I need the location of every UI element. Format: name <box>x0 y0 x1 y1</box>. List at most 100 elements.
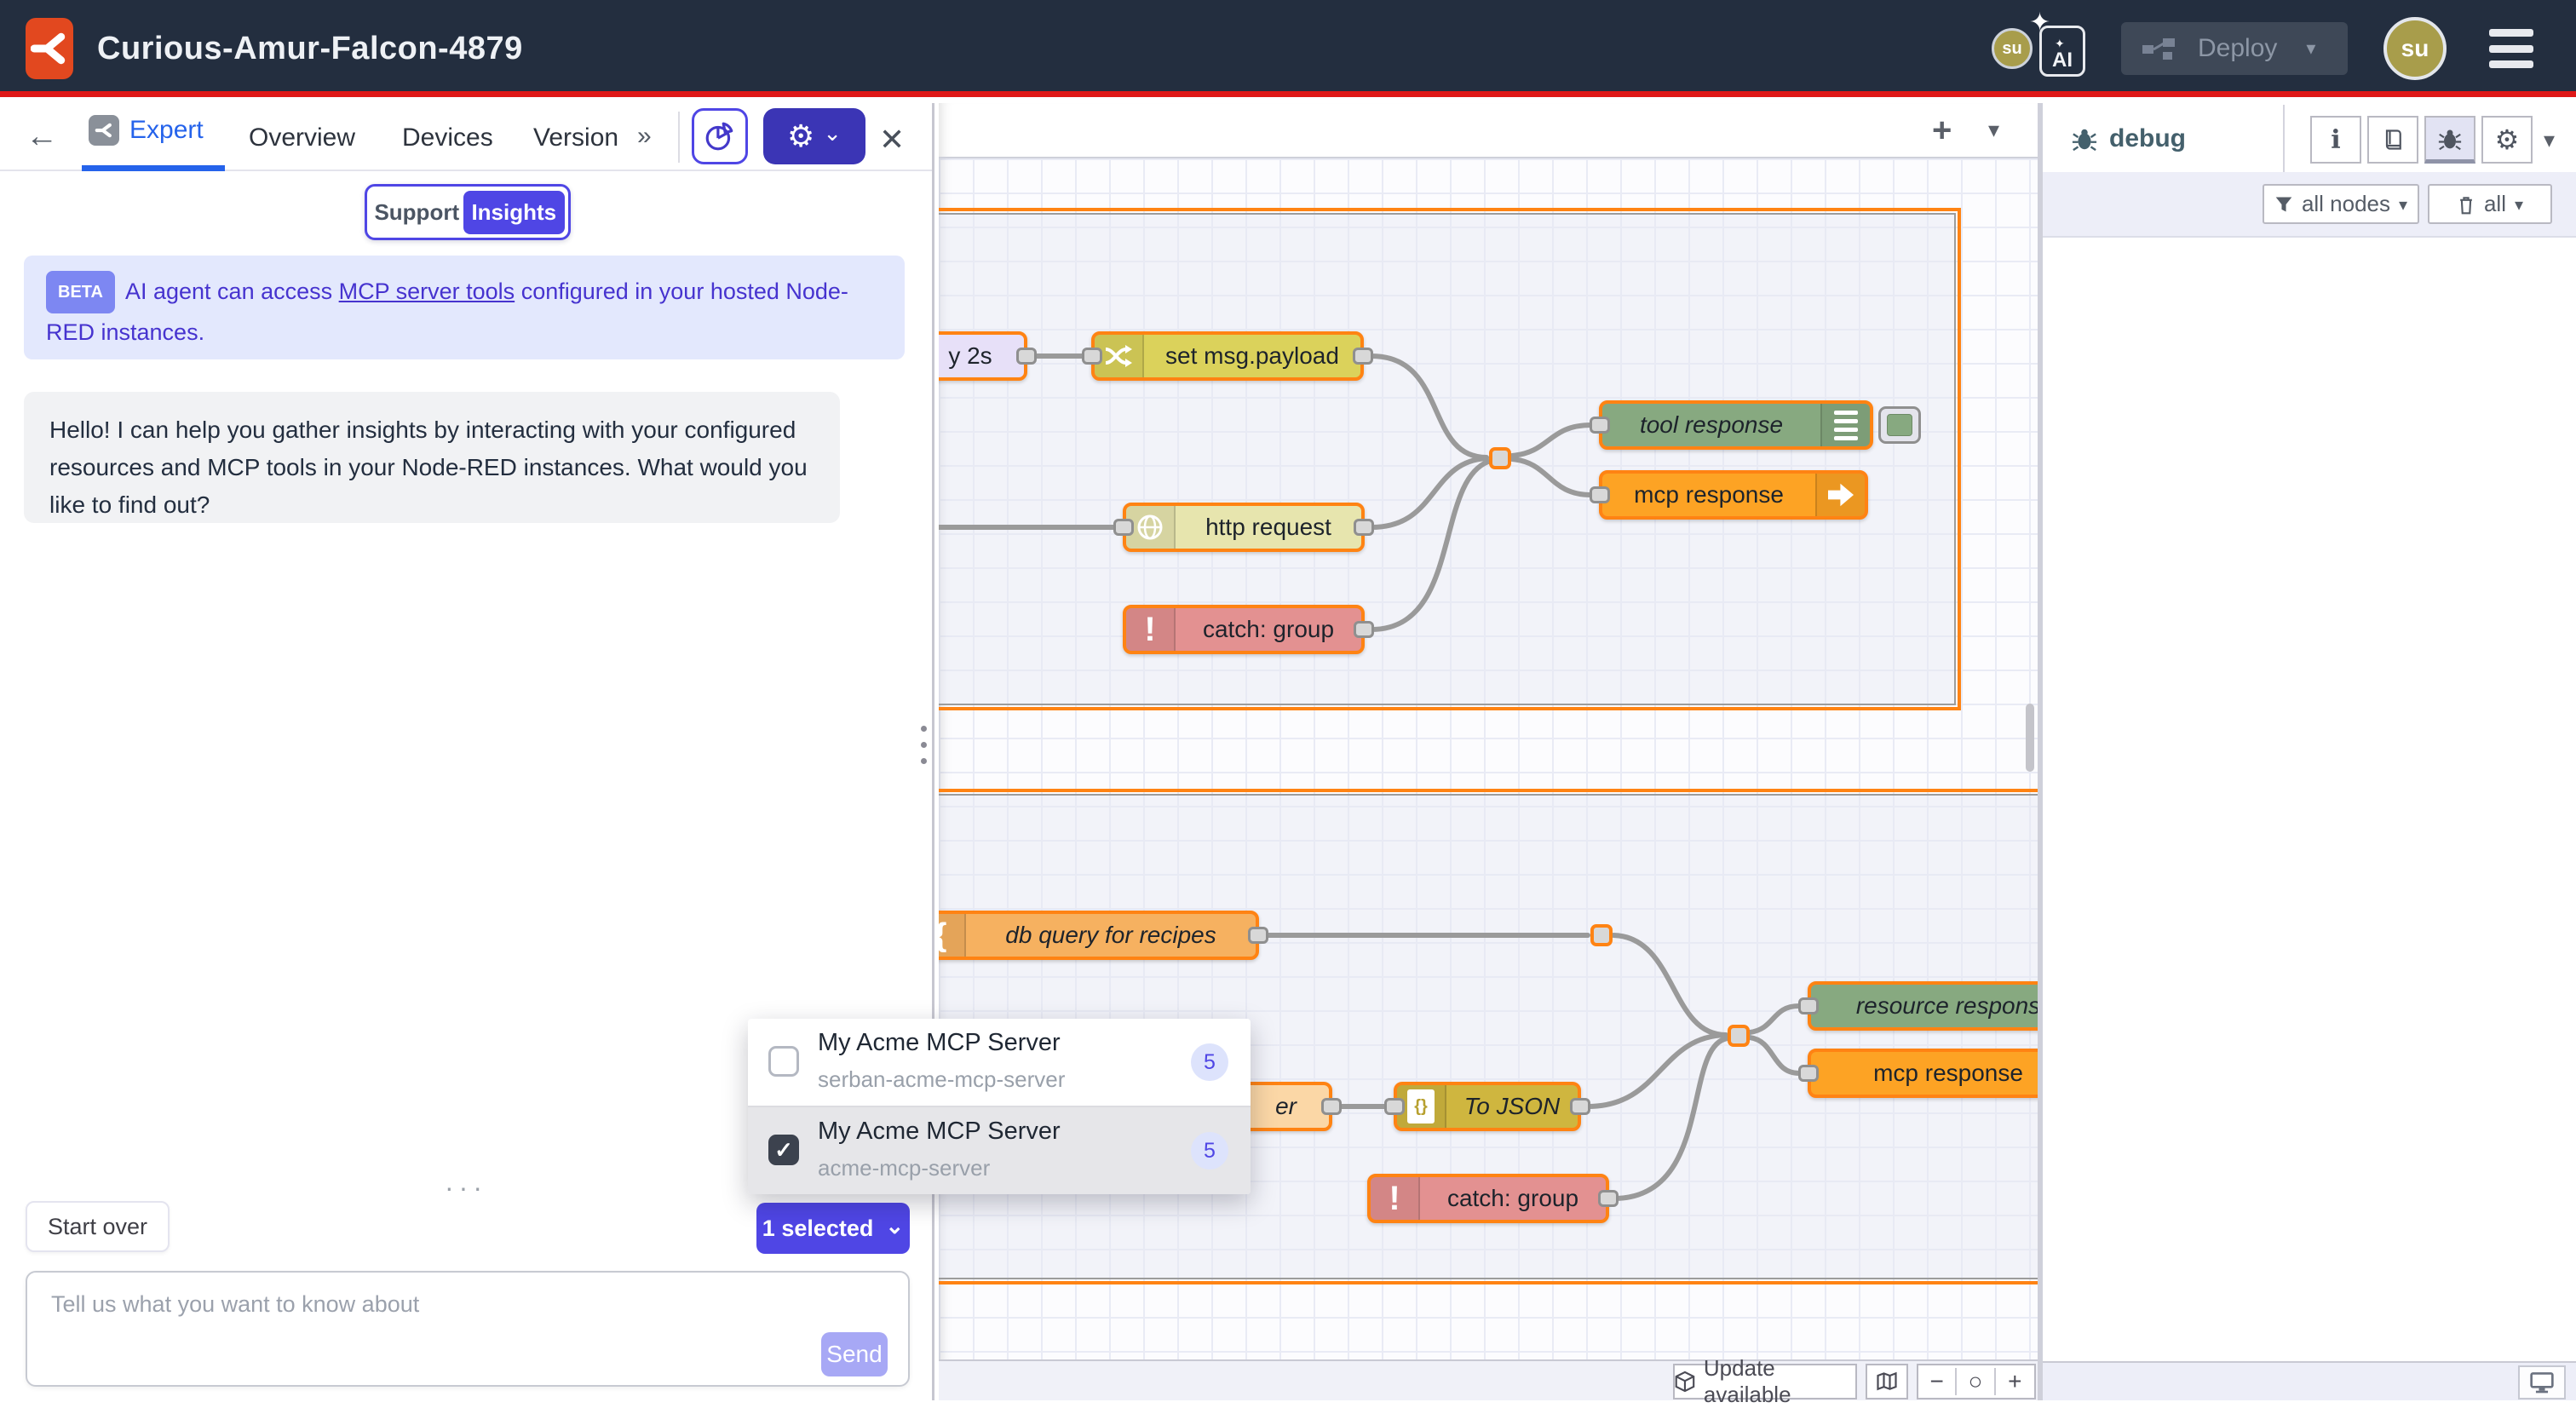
deploy-button[interactable]: Deploy ▾ <box>2121 22 2348 75</box>
output-port[interactable] <box>1598 1190 1619 1207</box>
tab-overflow-icon[interactable]: » <box>637 122 652 151</box>
config-sidebar-button[interactable]: ⚙ <box>2481 116 2533 164</box>
sidebar-menu-caret-icon[interactable]: ▾ <box>2544 127 2555 153</box>
tool-count-badge: 5 <box>1191 1043 1228 1081</box>
output-port[interactable] <box>1248 927 1268 944</box>
bug-icon <box>2438 127 2462 151</box>
node-inject[interactable]: y 2s <box>939 331 1027 381</box>
ai-assistant-button[interactable]: AI <box>2039 26 2085 77</box>
output-port[interactable] <box>1353 348 1373 365</box>
flowfuse-logo[interactable] <box>26 18 73 79</box>
zoom-reset-button[interactable]: ○ <box>1957 1368 1995 1395</box>
wire-junction[interactable] <box>1728 1025 1750 1047</box>
debug-sidebar-button[interactable] <box>2424 116 2475 164</box>
mcp-server-tools-link[interactable]: MCP server tools <box>339 279 515 304</box>
main-menu-button[interactable] <box>2489 29 2533 68</box>
input-port[interactable] <box>1798 997 1819 1014</box>
node-http-request[interactable]: http request <box>1123 503 1365 552</box>
node-link-mcp-response-lower[interactable]: mcp response <box>1808 1049 2038 1098</box>
node-to-json[interactable]: {} To JSON <box>1394 1082 1581 1131</box>
beta-badge: BETA <box>46 271 115 313</box>
canvas-splitter-handle[interactable] <box>921 726 927 774</box>
chat-input[interactable] <box>51 1291 818 1368</box>
server-subtitle: serban-acme-mcp-server <box>818 1066 1065 1093</box>
output-port[interactable] <box>1354 621 1374 638</box>
send-button[interactable]: Send <box>821 1332 888 1376</box>
zoom-in-button[interactable]: + <box>1996 1368 2034 1395</box>
server-item[interactable]: ✓ My Acme MCP Server acme-mcp-server 5 <box>748 1107 1251 1194</box>
mode-toggle: Support Insights <box>365 184 571 240</box>
debug-toolbar: all nodes ▾ all ▾ <box>2043 172 2576 238</box>
ai-label: AI <box>2042 49 2083 72</box>
tab-devices[interactable]: Devices <box>402 124 493 152</box>
tab-overview[interactable]: Overview <box>249 124 355 152</box>
start-over-button[interactable]: Start over <box>26 1201 170 1252</box>
tab-version[interactable]: Version <box>533 124 618 152</box>
avatar-large[interactable]: su <box>2383 17 2447 80</box>
input-port[interactable] <box>1590 486 1610 503</box>
tool-count-badge: 5 <box>1191 1132 1228 1170</box>
assistant-settings-button[interactable]: ⚙ ⌄ <box>763 108 865 164</box>
avatar-small[interactable]: su <box>1992 28 2033 69</box>
wire-junction[interactable] <box>1489 447 1511 469</box>
input-port[interactable] <box>1082 348 1102 365</box>
server-selection-button[interactable]: 1 selected ⌄ <box>756 1203 910 1254</box>
output-port[interactable] <box>1354 519 1374 536</box>
toggle-support[interactable]: Support <box>371 199 463 226</box>
debug-filter-button[interactable]: all nodes ▾ <box>2263 184 2419 224</box>
tabbar-divider <box>678 112 680 163</box>
tab-expert-label: Expert <box>129 116 204 145</box>
tab-expert[interactable]: Expert <box>89 115 204 146</box>
server-item[interactable]: My Acme MCP Server serban-acme-mcp-serve… <box>748 1019 1251 1106</box>
add-flow-icon[interactable]: + <box>1932 112 1952 150</box>
help-sidebar-button[interactable] <box>2367 116 2418 164</box>
insights-chart-button[interactable] <box>692 108 748 164</box>
debug-clear-button[interactable]: all ▾ <box>2428 184 2552 224</box>
node-debug-resource-response[interactable]: resource respons <box>1808 981 2038 1031</box>
flowfuse-logo-icon <box>31 30 68 67</box>
toggle-insights[interactable]: Insights <box>463 191 565 234</box>
mcp-server-dropdown: My Acme MCP Server serban-acme-mcp-serve… <box>748 1019 1251 1194</box>
node-debug-tool-response[interactable]: tool response <box>1599 400 1873 450</box>
back-icon[interactable]: ← <box>26 118 58 155</box>
zoom-out-button[interactable]: − <box>1918 1368 1957 1395</box>
close-icon[interactable]: ✕ <box>879 122 905 158</box>
input-port[interactable] <box>1113 519 1134 536</box>
open-debug-window-button[interactable] <box>2518 1365 2566 1399</box>
deploy-caret-icon[interactable]: ▾ <box>2306 37 2315 60</box>
output-port[interactable] <box>1321 1098 1342 1115</box>
canvas-footer: Update available − ○ + <box>939 1359 2038 1400</box>
input-port[interactable] <box>1590 417 1610 434</box>
debug-header: debug i ⚙ ▾ <box>2043 103 2576 172</box>
update-available-button[interactable]: Update available <box>1673 1364 1857 1399</box>
monitor-icon <box>2529 1371 2555 1394</box>
input-port[interactable] <box>1384 1098 1405 1115</box>
wire-junction[interactable] <box>1590 924 1613 946</box>
top-header: Curious-Amur-Falcon-4879 su ✦ ✦ AI Deplo… <box>0 0 2576 97</box>
output-port[interactable] <box>1016 348 1037 365</box>
node-link-mcp-response[interactable]: mcp response <box>1599 470 1868 520</box>
package-icon <box>1675 1370 1695 1394</box>
info-sidebar-button[interactable]: i <box>2310 116 2361 164</box>
pie-chart-icon <box>704 120 736 152</box>
deploy-nodes-icon <box>2142 35 2176 62</box>
input-port[interactable] <box>1798 1065 1819 1082</box>
node-catch-lower[interactable]: ! catch: group <box>1367 1174 1609 1223</box>
workspace-tabbar: + ▾ <box>939 103 2038 158</box>
zoom-controls: − ○ + <box>1917 1364 2036 1399</box>
minimap-button[interactable] <box>1866 1364 1908 1399</box>
node-db-query[interactable]: { db query for recipes <box>939 911 1259 960</box>
debug-footer <box>2043 1361 2576 1400</box>
catch-exclamation-icon: ! <box>1371 1177 1420 1220</box>
canvas-scrollbar[interactable] <box>2026 704 2034 772</box>
checkbox-checked[interactable]: ✓ <box>768 1135 799 1165</box>
caret-down-icon: ▾ <box>2399 194 2407 216</box>
tab-debug[interactable]: debug <box>2043 105 2285 172</box>
server-subtitle: acme-mcp-server <box>818 1155 990 1181</box>
node-change[interactable]: set msg.payload <box>1091 331 1364 381</box>
flow-list-caret-icon[interactable]: ▾ <box>1988 117 1999 143</box>
output-port[interactable] <box>1570 1098 1590 1115</box>
debug-enable-toggle[interactable] <box>1878 406 1921 444</box>
node-catch[interactable]: ! catch: group <box>1123 605 1365 654</box>
checkbox-unchecked[interactable] <box>768 1046 799 1077</box>
